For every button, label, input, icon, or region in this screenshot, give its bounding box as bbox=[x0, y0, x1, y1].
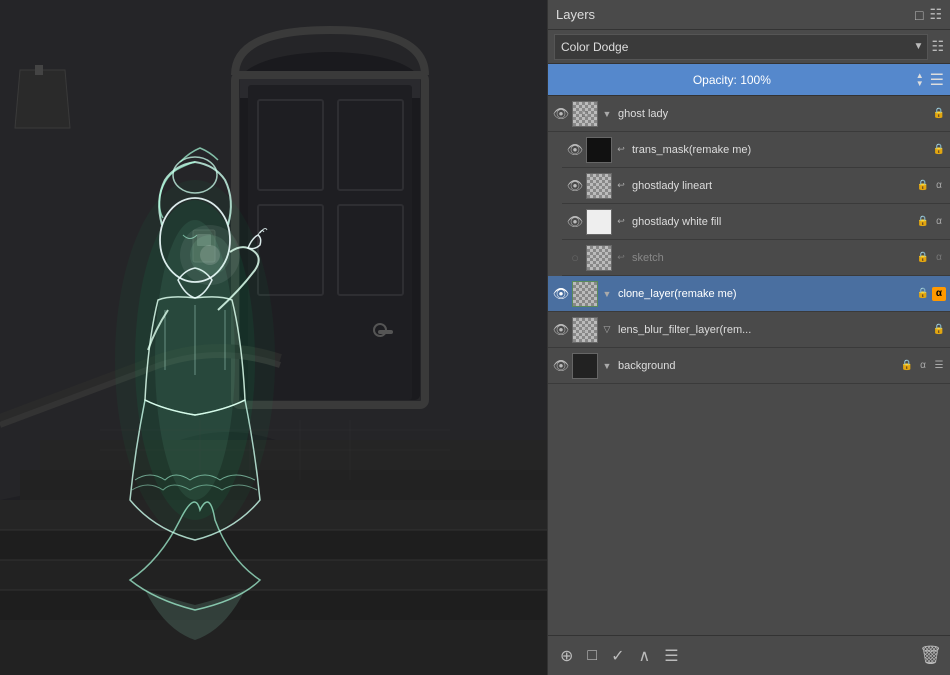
alpha-icon[interactable]: α bbox=[932, 251, 946, 265]
filter-icon[interactable]: ☷ bbox=[929, 6, 942, 23]
layer-name: ghost lady bbox=[616, 108, 930, 120]
panel-title: Layers bbox=[556, 7, 595, 22]
lock-icon[interactable]: 🔒 bbox=[932, 323, 946, 337]
layer-flags: 🔒 α ☰ bbox=[900, 359, 946, 373]
canvas-area bbox=[0, 0, 547, 675]
delete-layer-button[interactable]: 🗑 bbox=[919, 645, 942, 666]
layer-flags: 🔒 bbox=[932, 107, 946, 121]
layer-flags: 🔒 α bbox=[916, 215, 946, 229]
blend-filter-icon[interactable]: ☷ bbox=[931, 38, 944, 55]
move-up-button[interactable]: ∧ bbox=[634, 644, 654, 668]
alpha-icon[interactable]: α bbox=[932, 215, 946, 229]
layer-row[interactable]: 👁 □ ▼ ghost lady 🔒 bbox=[548, 96, 950, 132]
lock-icon[interactable]: 🔒 bbox=[932, 143, 946, 157]
layer-name: clone_layer(remake me) bbox=[616, 288, 914, 300]
layer-flags: 🔒 bbox=[932, 323, 946, 337]
layer-row[interactable]: 👁 ↩ ghostlady lineart 🔒 α bbox=[562, 168, 950, 204]
properties-button[interactable]: ☰ bbox=[660, 644, 682, 668]
alpha-icon[interactable]: α bbox=[932, 179, 946, 193]
layer-thumbnail bbox=[586, 209, 612, 235]
move-down-button[interactable]: ✓ bbox=[607, 644, 628, 668]
panel-header: Layers □ ☷ bbox=[548, 0, 950, 30]
layer-name: sketch bbox=[630, 252, 914, 264]
trash-icon: 🗑 bbox=[919, 645, 942, 665]
alpha-lock-icon[interactable]: α bbox=[932, 287, 946, 301]
layer-type-icon: ▽ bbox=[600, 323, 614, 337]
opacity-menu-icon[interactable]: ☰ bbox=[930, 70, 944, 90]
visibility-icon[interactable]: ○ bbox=[566, 249, 584, 267]
visibility-icon[interactable]: 👁 bbox=[552, 105, 570, 123]
layer-thumbnail: ⌂ bbox=[572, 317, 598, 343]
layer-thumbnail bbox=[586, 245, 612, 271]
layer-thumbnail: □ bbox=[572, 101, 598, 127]
layer-name: ghostlady lineart bbox=[630, 180, 914, 192]
layer-row[interactable]: ○ ↩ sketch 🔒 α bbox=[562, 240, 950, 276]
visibility-icon[interactable]: 👁 bbox=[552, 321, 570, 339]
layer-flags: 🔒 α bbox=[916, 251, 946, 265]
opacity-row[interactable]: Opacity: 100% ▲ ▼ ☰ bbox=[548, 64, 950, 96]
layer-type-icon: ▼ bbox=[600, 287, 614, 301]
maximize-icon[interactable]: □ bbox=[915, 7, 923, 23]
lock-icon[interactable]: 🔒 bbox=[916, 287, 930, 301]
layers-list: 👁 □ ▼ ghost lady 🔒 👁 ↩ trans_mask(remake… bbox=[548, 96, 950, 635]
lock-icon[interactable]: 🔒 bbox=[916, 215, 930, 229]
layer-thumbnail bbox=[586, 137, 612, 163]
layer-thumbnail bbox=[586, 173, 612, 199]
layer-type-icon: ↩ bbox=[614, 215, 628, 229]
footer-right: 🗑 bbox=[919, 645, 942, 666]
visibility-icon[interactable]: 👁 bbox=[566, 213, 584, 231]
copy-layer-button[interactable]: □ bbox=[583, 645, 601, 667]
layer-row[interactable]: 👁 ▼ clone_layer(remake me) 🔒 α bbox=[548, 276, 950, 312]
layer-type-icon: ▼ bbox=[600, 107, 614, 121]
layer-type-icon: ↩ bbox=[614, 143, 628, 157]
chevron-down-icon: ✓ bbox=[611, 648, 624, 665]
layer-type-icon: ▼ bbox=[600, 359, 614, 373]
alpha-icon[interactable]: α bbox=[916, 359, 930, 373]
extra-icon[interactable]: ☰ bbox=[932, 359, 946, 373]
copy-icon: □ bbox=[587, 647, 597, 664]
layer-row[interactable]: 👁 ↩ trans_mask(remake me) 🔒 bbox=[562, 132, 950, 168]
blend-mode-row: NormalDissolveMultiplyScreenOverlayColor… bbox=[548, 30, 950, 64]
visibility-icon[interactable]: 👁 bbox=[566, 177, 584, 195]
footer-buttons: ⊕ □ ✓ ∧ ☰ bbox=[556, 644, 683, 668]
chevron-up-icon: ∧ bbox=[638, 648, 650, 665]
layers-panel: Layers □ ☷ NormalDissolveMultiplyScreenO… bbox=[547, 0, 950, 675]
layer-flags: 🔒 α bbox=[916, 179, 946, 193]
layer-name: lens_blur_filter_layer(rem... bbox=[616, 324, 930, 336]
layer-row[interactable]: 👁 ▼ background 🔒 α ☰ bbox=[548, 348, 950, 384]
visibility-icon[interactable]: 👁 bbox=[552, 357, 570, 375]
visibility-icon[interactable]: 👁 bbox=[566, 141, 584, 159]
layer-name: background bbox=[616, 360, 898, 372]
layer-thumbnail bbox=[572, 353, 598, 379]
layer-type-icon: ↩ bbox=[614, 179, 628, 193]
lock-icon[interactable]: 🔒 bbox=[900, 359, 914, 373]
lock-icon[interactable]: 🔒 bbox=[916, 251, 930, 265]
layer-flags: 🔒 bbox=[932, 143, 946, 157]
properties-icon: ☰ bbox=[664, 648, 678, 665]
layer-name: trans_mask(remake me) bbox=[630, 144, 930, 156]
opacity-stepper: ▲ ▼ bbox=[914, 72, 926, 88]
layer-row[interactable]: 👁 ↩ ghostlady white fill 🔒 α bbox=[562, 204, 950, 240]
panel-footer: ⊕ □ ✓ ∧ ☰ 🗑 bbox=[548, 635, 950, 675]
lock-icon[interactable]: 🔒 bbox=[916, 179, 930, 193]
layer-type-icon: ↩ bbox=[614, 251, 628, 265]
opacity-down-button[interactable]: ▼ bbox=[914, 80, 926, 88]
blend-mode-select[interactable]: NormalDissolveMultiplyScreenOverlayColor… bbox=[554, 34, 928, 60]
add-layer-button[interactable]: ⊕ bbox=[556, 644, 577, 668]
layer-flags: 🔒 α bbox=[916, 287, 946, 301]
lock-icon[interactable]: 🔒 bbox=[932, 107, 946, 121]
opacity-label: Opacity: 100% bbox=[554, 73, 910, 87]
panel-header-icons: □ ☷ bbox=[915, 6, 942, 23]
layer-thumbnail bbox=[572, 281, 598, 307]
visibility-icon[interactable]: 👁 bbox=[552, 285, 570, 303]
add-icon: ⊕ bbox=[560, 648, 573, 665]
layer-row[interactable]: 👁 ⌂ ▽ lens_blur_filter_layer(rem... 🔒 bbox=[548, 312, 950, 348]
layer-name: ghostlady white fill bbox=[630, 216, 914, 228]
